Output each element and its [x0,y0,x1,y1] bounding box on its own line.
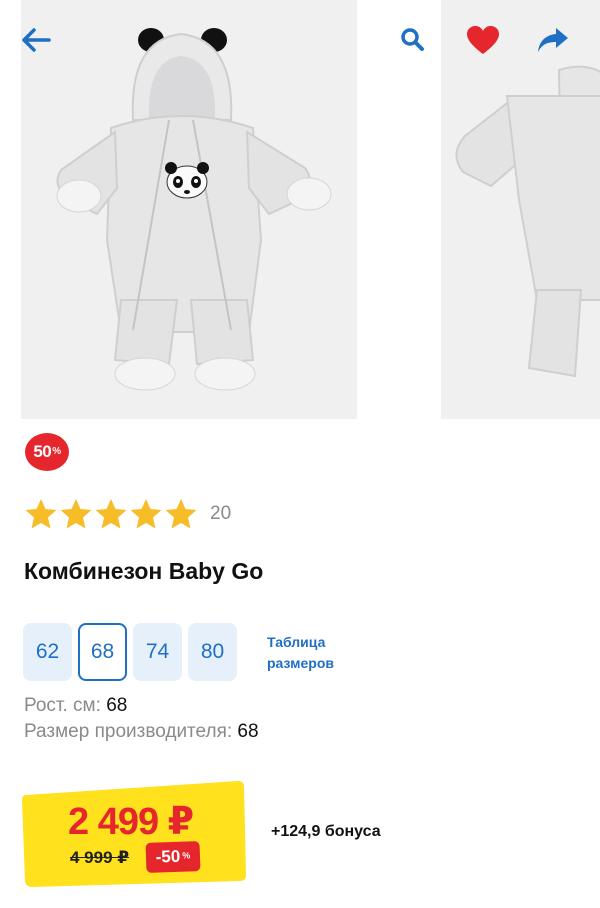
discount-badge-percent: % [52,445,61,457]
spec-maker-size: Размер производителя: 68 [24,721,259,743]
search-button[interactable] [391,18,435,62]
share-arrow-icon [538,28,568,52]
favorite-button[interactable] [461,18,505,62]
product-photo-main[interactable] [21,0,357,419]
size-option-68[interactable]: 68 [78,623,127,681]
star-icon [95,499,127,529]
search-icon [401,28,424,51]
price-block: 2 499 ₽ 4 999 ₽ -50% [22,779,246,887]
price-discount-value: -50 [155,846,181,867]
star-icon [165,499,197,529]
spec-maker-size-label: Размер производителя: [24,721,233,742]
heart-icon [467,26,499,54]
bonus-points: +124,9 бонуса [271,823,381,840]
product-title: Комбинезон Baby Go [24,558,264,584]
size-selector: 62 68 74 80 [23,623,243,681]
size-option-80[interactable]: 80 [188,623,237,681]
price-discount-tag: -50% [145,841,201,873]
product-photo-second[interactable] [441,0,600,419]
current-price: 2 499 ₽ [68,801,194,843]
size-option-62[interactable]: 62 [23,623,72,681]
rating[interactable]: 20 [24,498,231,530]
size-option-74[interactable]: 74 [133,623,182,681]
star-icon [25,499,57,529]
snowsuit-back-image [455,65,600,378]
review-count[interactable]: 20 [210,503,231,525]
star-icon [130,499,162,529]
discount-badge: 50% [25,433,69,471]
old-price: 4 999 ₽ [70,848,130,867]
size-table-link[interactable]: Таблица размеров [267,632,387,674]
spec-height-value: 68 [106,695,128,716]
spec-height: Рост. см: 68 [24,695,127,717]
star-icon [60,499,92,529]
product-gallery[interactable] [0,0,600,420]
back-button[interactable] [14,18,58,62]
share-button[interactable] [531,18,575,62]
price-discount-percent: % [182,849,191,861]
arrow-left-icon [22,28,51,52]
discount-badge-value: 50 [33,442,52,461]
snowsuit-image [56,28,332,391]
spec-maker-size-value: 68 [237,721,259,742]
spec-height-label: Рост. см: [24,695,101,716]
